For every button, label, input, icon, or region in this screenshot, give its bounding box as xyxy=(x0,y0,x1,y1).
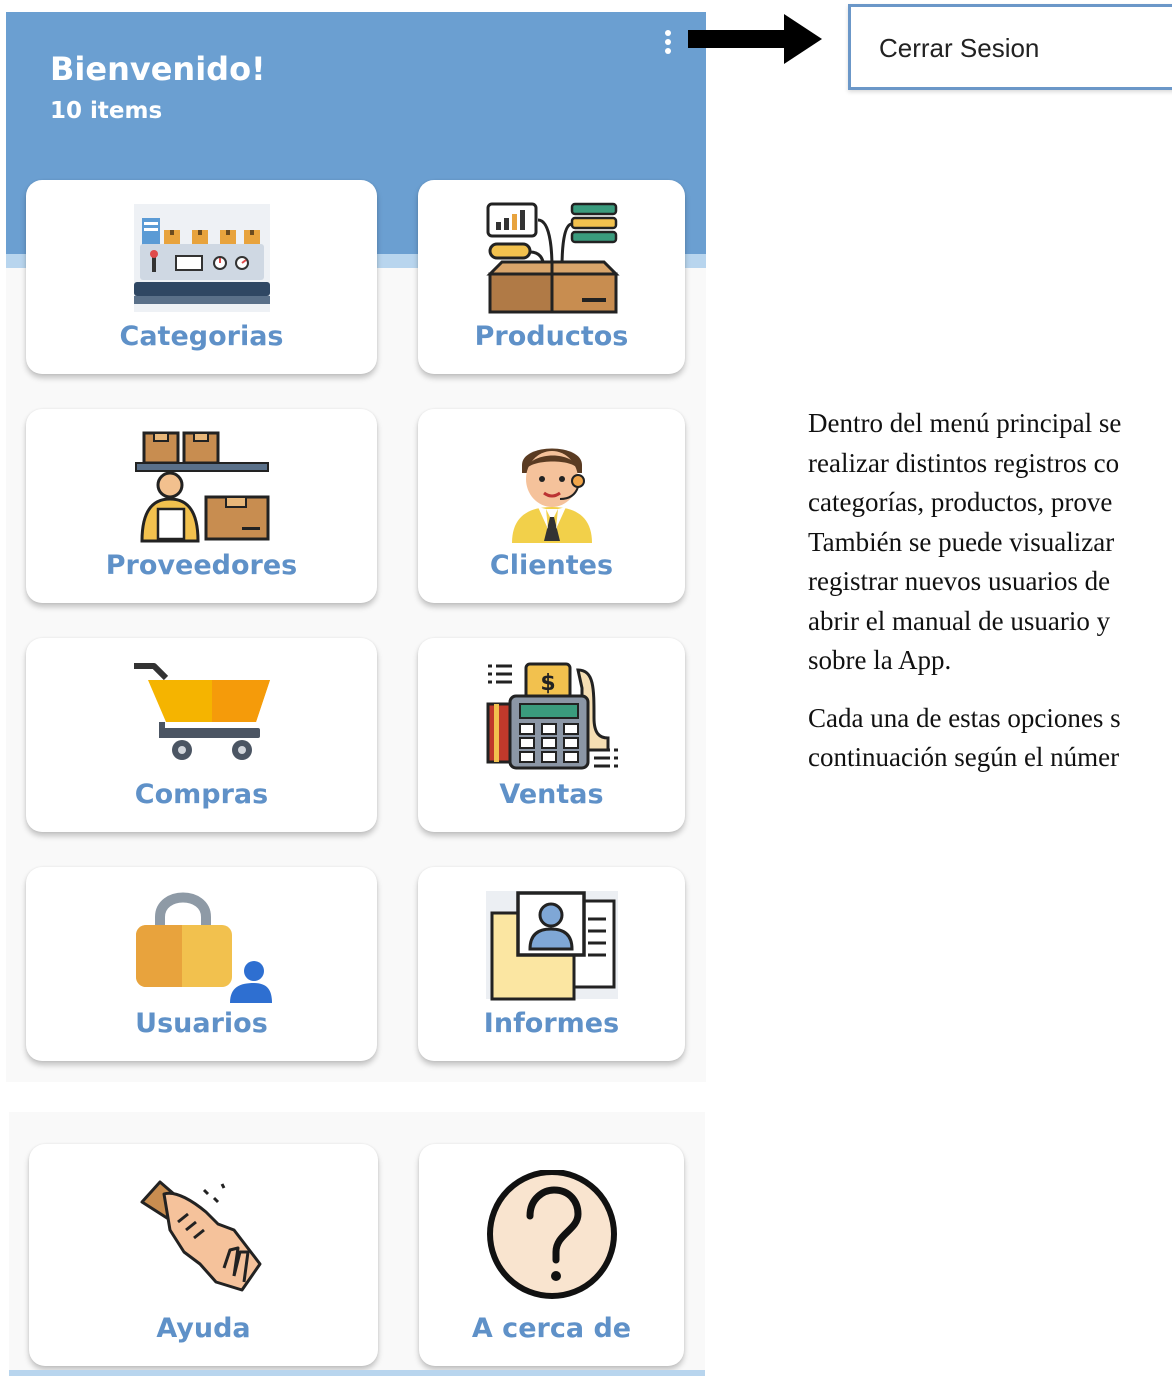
bottom-strip xyxy=(9,1370,705,1376)
description-text: Dentro del menú principal se realizar di… xyxy=(808,404,1172,796)
shopping-cart-icon xyxy=(133,663,270,760)
description-paragraph-1: Dentro del menú principal se realizar di… xyxy=(808,404,1172,681)
product-box-icon xyxy=(485,202,620,314)
menu-card-ventas[interactable]: $ Ventas xyxy=(418,638,685,832)
text-line: realizar distintos registros co xyxy=(808,447,1120,478)
menu-card-productos[interactable]: Productos xyxy=(418,180,685,374)
menu-card-categorias[interactable]: Categorias xyxy=(26,180,377,374)
text-line: sobre la App. xyxy=(808,645,952,675)
padlock-user-icon xyxy=(135,892,272,1003)
menu-card-label: Categorias xyxy=(119,321,284,352)
items-count: 10 items xyxy=(50,98,163,124)
text-line: También se puede visualizar xyxy=(808,526,1115,557)
handshake-icon xyxy=(140,1180,261,1292)
description-paragraph-2: Cada una de estas opciones s continuació… xyxy=(808,699,1172,778)
overflow-menu-icon[interactable] xyxy=(658,28,678,56)
question-circle-icon xyxy=(486,1170,617,1299)
text-line: categorías, productos, prove xyxy=(808,487,1113,517)
text-line: Dentro del menú principal se xyxy=(808,408,1122,438)
secondary-menu-screen: Ayuda A cerca de xyxy=(9,1112,705,1376)
logout-menu-item[interactable]: Cerrar Sesion xyxy=(848,4,1172,90)
menu-card-compras[interactable]: Compras xyxy=(26,638,377,832)
menu-card-acerca-de[interactable]: A cerca de xyxy=(419,1144,684,1366)
menu-card-label: Ayuda xyxy=(156,1313,251,1344)
menu-card-usuarios[interactable]: Usuarios xyxy=(26,867,377,1061)
cash-register-icon: $ xyxy=(486,662,618,770)
welcome-title: Bienvenido! xyxy=(50,50,266,88)
svg-text:$: $ xyxy=(540,671,555,696)
text-line: abrir el manual de usuario y xyxy=(808,605,1111,636)
customer-agent-icon xyxy=(511,448,592,543)
text-line: Cada una de estas opciones s xyxy=(808,702,1121,733)
menu-card-label: Informes xyxy=(483,1008,620,1039)
supplier-boxes-icon xyxy=(134,431,269,543)
menu-card-label: Ventas xyxy=(499,779,604,810)
menu-card-proveedores[interactable]: Proveedores xyxy=(26,409,377,603)
text-line: registrar nuevos usuarios de xyxy=(808,566,1111,596)
menu-card-label: Productos xyxy=(474,321,629,352)
logout-label: Cerrar Sesion xyxy=(879,33,1040,63)
menu-card-informes[interactable]: Informes xyxy=(418,867,685,1061)
report-folder-icon xyxy=(485,891,618,1001)
menu-card-label: Usuarios xyxy=(135,1008,268,1039)
arrow-right-icon xyxy=(688,14,822,64)
menu-card-label: Clientes xyxy=(489,550,614,581)
factory-conveyor-icon xyxy=(133,204,270,312)
menu-card-label: Proveedores xyxy=(105,550,298,581)
menu-card-ayuda[interactable]: Ayuda xyxy=(29,1144,378,1366)
menu-card-label: Compras xyxy=(134,779,269,810)
menu-card-label: A cerca de xyxy=(471,1313,632,1344)
main-menu-screen: Bienvenido! 10 items Categorias Producto… xyxy=(6,12,706,1082)
text-line: continuación según el númer xyxy=(808,742,1120,772)
menu-card-clientes[interactable]: Clientes xyxy=(418,409,685,603)
